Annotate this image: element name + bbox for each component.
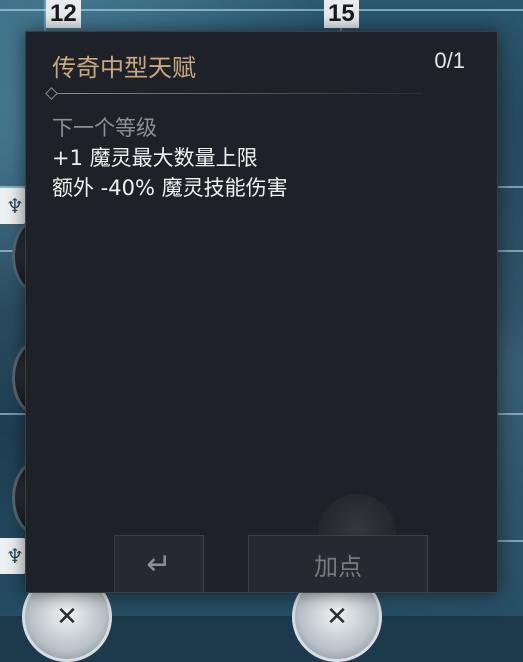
next-level-label: 下一个等级 [52,116,157,140]
talent-title: 传奇中型天赋 [52,54,196,82]
effect-line: +1 魔灵最大数量上限 [52,146,258,170]
talent-tooltip-panel: 传奇中型天赋 0/1 下一个等级 +1 魔灵最大数量上限 额外 -40% 魔灵技… [25,31,498,593]
talent-points-count: 0/1 [434,48,465,73]
effect-line: 额外 -40% 魔灵技能伤害 [52,176,288,200]
back-button[interactable]: ↵ [114,535,204,593]
title-divider [52,93,422,94]
add-point-label: 加点 [314,552,362,581]
undo-arrow-icon: ↵ [146,546,172,582]
tier-label-12: 12 [46,0,81,28]
divider-ornament [45,87,58,100]
tier-label-15: 15 [324,0,359,28]
add-point-button[interactable]: 加点 [248,535,428,593]
